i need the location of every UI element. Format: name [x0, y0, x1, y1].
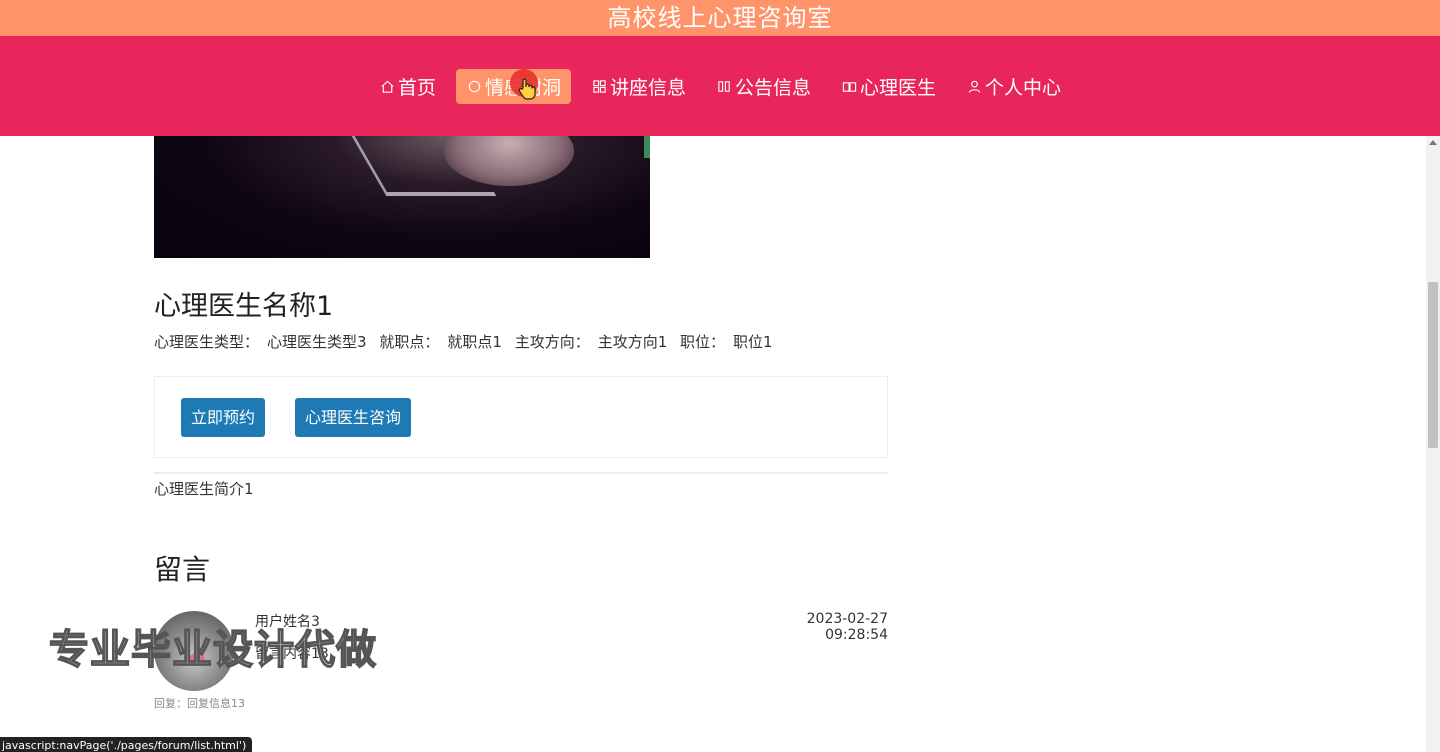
book-icon: [841, 78, 858, 95]
position-value: 职位1: [733, 333, 773, 351]
grid-icon: [591, 78, 608, 95]
scrollbar-thumb[interactable]: [1428, 282, 1438, 448]
specialty-value: 主攻方向1: [597, 333, 668, 351]
specialty-label: 主攻方向：: [514, 333, 590, 351]
nav-item-doctors[interactable]: 心理医生: [831, 69, 946, 104]
nav-item-label: 讲座信息: [609, 76, 686, 99]
top-banner: 高校线上心理咨询室: [0, 0, 1440, 36]
doctor-type-value: 心理医生类型3: [267, 333, 367, 351]
nav-item-label: 心理医生: [860, 76, 937, 99]
doctor-name: 心理医生名称1: [154, 291, 334, 322]
workplace-value: 就职点1: [447, 333, 502, 351]
consult-doctor-button[interactable]: 心理医生咨询: [295, 398, 412, 437]
doctor-photo: [154, 136, 650, 258]
home-icon: [379, 78, 396, 95]
nav-item-announcements[interactable]: 公告信息: [706, 69, 821, 104]
nav-item-label: 首页: [397, 76, 436, 99]
comment-time: 2023-02-27 09:28:54: [806, 611, 888, 643]
book-now-button[interactable]: 立即预约: [181, 398, 266, 437]
doctor-type-label: 心理医生类型：: [154, 333, 260, 351]
columns-icon: [716, 78, 733, 95]
main-nav: 首页 情感树洞 讲座信息 公告信息 心理医生 个人中心: [0, 36, 1440, 136]
comments-title: 留言: [154, 553, 211, 586]
position-label: 职位：: [680, 333, 726, 351]
circle-icon: [466, 78, 483, 95]
nav-item-label: 个人中心: [985, 76, 1062, 99]
nav-item-tree-hole[interactable]: 情感树洞: [455, 68, 571, 104]
user-icon: [966, 78, 983, 95]
nav-item-home[interactable]: 首页: [369, 69, 446, 104]
nav-item-lectures[interactable]: 讲座信息: [581, 69, 696, 104]
scroll-up-arrow-icon[interactable]: [1429, 140, 1437, 145]
nav-item-profile[interactable]: 个人中心: [956, 69, 1071, 104]
vertical-scrollbar[interactable]: [1426, 136, 1440, 752]
comment-reply: 回复：回复信息13: [154, 697, 245, 710]
doctor-intro: 心理医生简介1: [154, 480, 254, 498]
nav-item-label: 公告信息: [735, 76, 812, 99]
hand-cursor-icon: [516, 77, 538, 101]
doctor-meta: 心理医生类型： 心理医生类型3 就职点： 就职点1 主攻方向： 主攻方向1 职位： 职位…: [154, 331, 781, 352]
site-title: 高校线上心理咨询室: [607, 4, 833, 32]
status-bar-link-preview: javascript:navPage('./pages/forum/list.h…: [0, 737, 253, 752]
workplace-label: 就职点：: [379, 333, 440, 351]
action-panel: 立即预约 心理医生咨询: [154, 376, 888, 458]
divider: [154, 472, 888, 474]
watermark-text: 专业毕业设计代做: [48, 626, 377, 674]
